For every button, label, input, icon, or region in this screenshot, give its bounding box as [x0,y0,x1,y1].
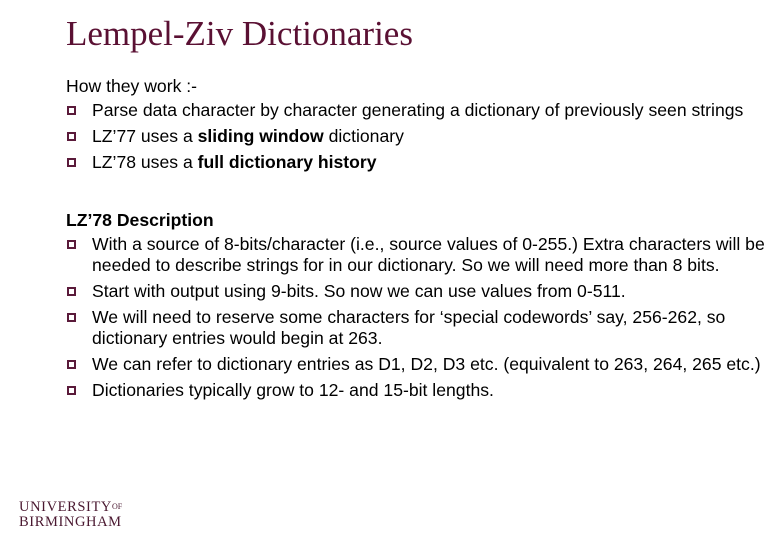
list-item: Start with output using 9-bits. So now w… [66,281,766,302]
item-text: Parse data character by character genera… [92,100,744,120]
list-item: Parse data character by character genera… [66,100,766,121]
item-text: Dictionaries typically grow to 12- and 1… [92,380,494,400]
item-text: LZ’77 uses a [92,126,198,146]
slide-body: How they work :- Parse data character by… [66,76,766,406]
hollow-square-bullet-icon [67,240,76,249]
how-they-work-list: Parse data character by character genera… [66,100,766,173]
hollow-square-bullet-icon [67,386,76,395]
section-heading-how-they-work: How they work :- [66,76,198,96]
list-item: LZ’78 uses a full dictionary history [66,152,766,173]
hollow-square-bullet-icon [67,360,76,369]
list-item: LZ’77 uses a sliding window dictionary [66,126,766,147]
item-text: We will need to reserve some characters … [92,307,726,348]
list-item: With a source of 8-bits/character (i.e.,… [66,234,766,276]
logo-of: OF [112,502,123,511]
logo-line-birmingham: BIRMINGHAM [19,514,122,530]
hollow-square-bullet-icon [67,132,76,141]
item-text: Start with output using 9-bits. So now w… [92,281,626,301]
section-heading-lz78-description: LZ’78 Description [66,210,214,230]
item-text: With a source of 8-bits/character (i.e.,… [92,234,765,275]
hollow-square-bullet-icon [67,106,76,115]
item-text: LZ’78 uses a [92,152,198,172]
page-title: Lempel-Ziv Dictionaries [66,14,413,53]
hollow-square-bullet-icon [67,287,76,296]
hollow-square-bullet-icon [67,313,76,322]
emphasis-text: full dictionary history [197,152,377,172]
hollow-square-bullet-icon [67,158,76,167]
university-logo: UNIVERSITYOF BIRMINGHAM [19,500,122,530]
list-item: Dictionaries typically grow to 12- and 1… [66,380,766,401]
logo-line-university: UNIVERSITY [19,499,112,515]
emphasis-text: sliding window [197,126,324,146]
list-item: We will need to reserve some characters … [66,307,766,349]
lz78-description-list: With a source of 8-bits/character (i.e.,… [66,234,766,401]
item-text: dictionary [323,126,404,146]
item-text: We can refer to dictionary entries as D1… [92,354,761,374]
list-item: We can refer to dictionary entries as D1… [66,354,766,375]
